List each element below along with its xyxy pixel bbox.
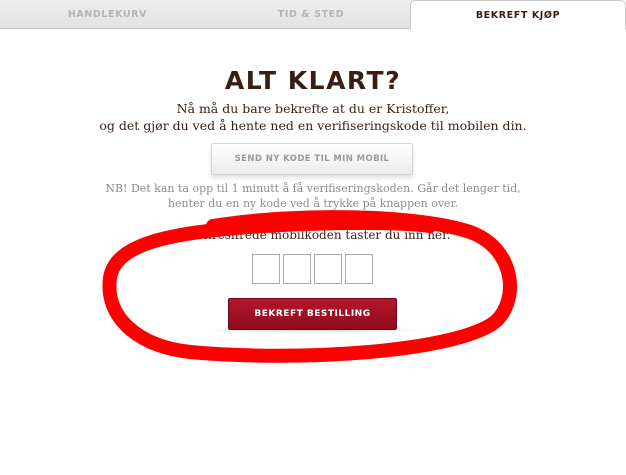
page-title: ALT KLART? xyxy=(224,66,402,95)
tab-bekreft-kjop[interactable]: BEKREFT KJØP xyxy=(410,0,626,30)
checkout-steps-tabbar: HANDLEKURV TID & STED BEKREFT KJØP xyxy=(0,0,626,30)
tab-tid-og-sted[interactable]: TID & STED xyxy=(200,0,422,29)
code-input-label: Den firesifrede mobilkoden taster du inn… xyxy=(175,228,451,242)
confirm-order-button[interactable]: BEKREFT BESTILLING xyxy=(228,298,397,330)
tab-label: TID & STED xyxy=(277,8,345,20)
send-new-code-label: SEND NY KODE TIL MIN MOBIL xyxy=(234,154,390,164)
intro-text-line-1: Nå må du bare bekrefte at du er Kristoff… xyxy=(176,101,450,116)
code-digit-3-input[interactable] xyxy=(314,254,342,284)
code-digit-4-input[interactable] xyxy=(345,254,373,284)
note-text-line-1: NB! Det kan ta opp til 1 minutt å få ver… xyxy=(105,182,521,195)
tab-label: HANDLEKURV xyxy=(67,8,148,20)
code-digit-2-input[interactable] xyxy=(283,254,311,284)
note-text-line-2: henter du en ny kode ved å trykke på kna… xyxy=(167,197,459,210)
confirm-order-label: BEKREFT BESTILLING xyxy=(254,309,371,319)
intro-text-line-2: og det gjør du ved å hente ned en verifi… xyxy=(99,118,527,133)
code-digit-1-input[interactable] xyxy=(252,254,280,284)
tab-label: BEKREFT KJØP xyxy=(475,9,561,21)
tab-handlekurv[interactable]: HANDLEKURV xyxy=(0,0,215,29)
send-new-code-button[interactable]: SEND NY KODE TIL MIN MOBIL xyxy=(211,143,413,175)
